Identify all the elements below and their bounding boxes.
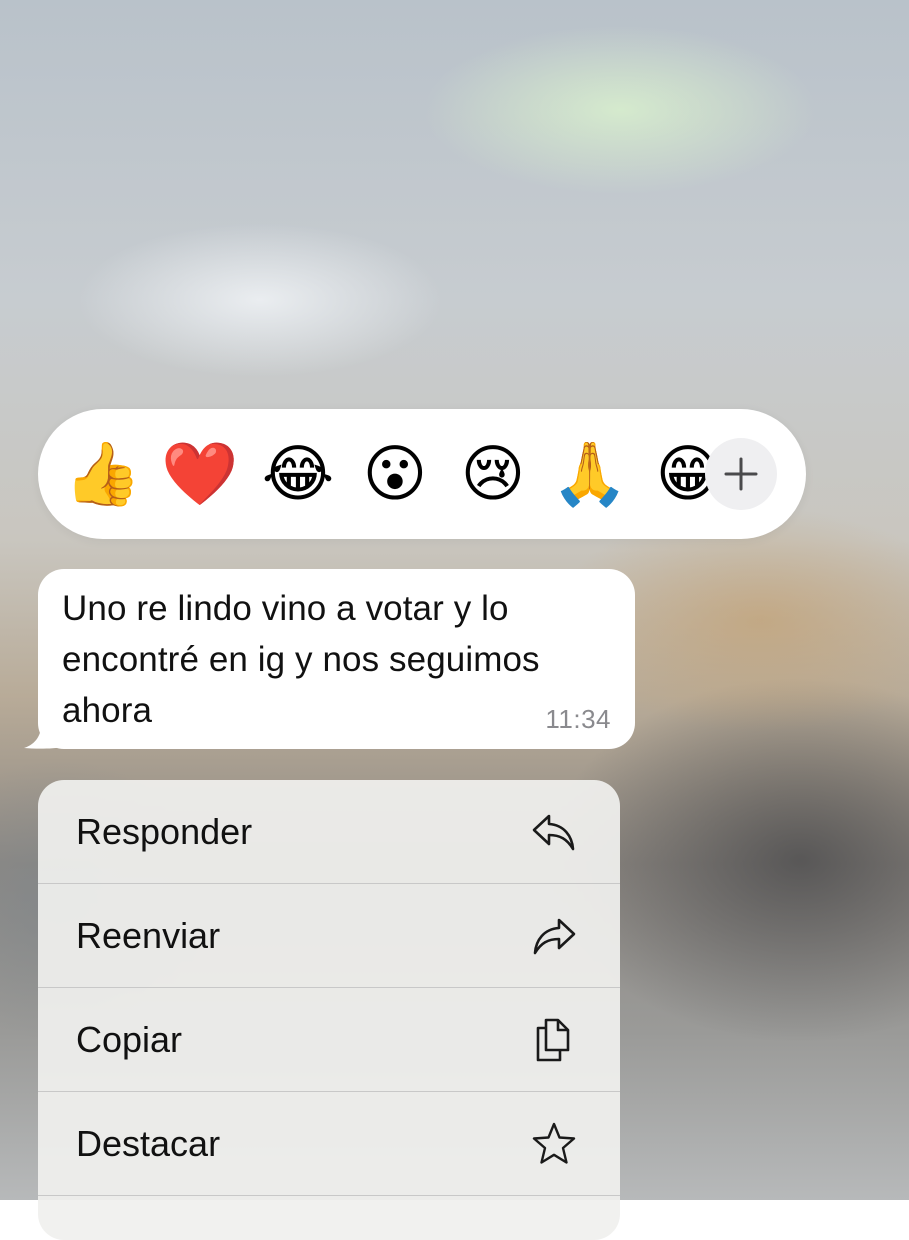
menu-divider [38, 1195, 620, 1196]
menu-item-label: Copiar [76, 1019, 183, 1060]
reply-icon [532, 814, 575, 851]
menu-item-label: Responder [76, 811, 253, 852]
message-line: Uno re lindo vino a votar y lo [62, 589, 509, 628]
menu-item-label: Destacar [76, 1123, 221, 1164]
menu-item-forward[interactable]: Reenviar [38, 884, 620, 988]
surprised-reaction[interactable]: 😮 [358, 437, 432, 511]
plus-icon [724, 457, 758, 491]
menu-item-label: Reenviar [76, 915, 221, 956]
menu-item-star[interactable]: Destacar [38, 1092, 620, 1196]
context-menu: Responder Reenviar Copiar Destacar [38, 780, 620, 1240]
message-timestamp: 11:34 [545, 704, 611, 734]
heart-reaction[interactable]: ❤️ [161, 437, 238, 511]
message-line: ahora [62, 691, 153, 730]
message-line: encontré en ig y nos seguimos [62, 640, 540, 679]
menu-item-copy[interactable]: Copiar [38, 988, 620, 1092]
reaction-bar: 👍 ❤️ 😂 😮 😢 🙏 😁 [38, 409, 806, 539]
thumbs-up-reaction[interactable]: 👍 [64, 437, 141, 511]
forward-icon [533, 918, 576, 955]
crying-reaction[interactable]: 😢 [456, 437, 530, 511]
laughing-reaction[interactable]: 😂 [261, 437, 335, 511]
menu-item-reply[interactable]: Responder [38, 780, 620, 884]
more-reactions-button[interactable] [705, 438, 777, 510]
copy-icon [536, 1018, 570, 1062]
praying-hands-reaction[interactable]: 🙏 [551, 437, 628, 511]
message-text: Uno re lindo vino a votar y lo encontré … [62, 583, 622, 736]
star-icon [532, 1122, 576, 1164]
